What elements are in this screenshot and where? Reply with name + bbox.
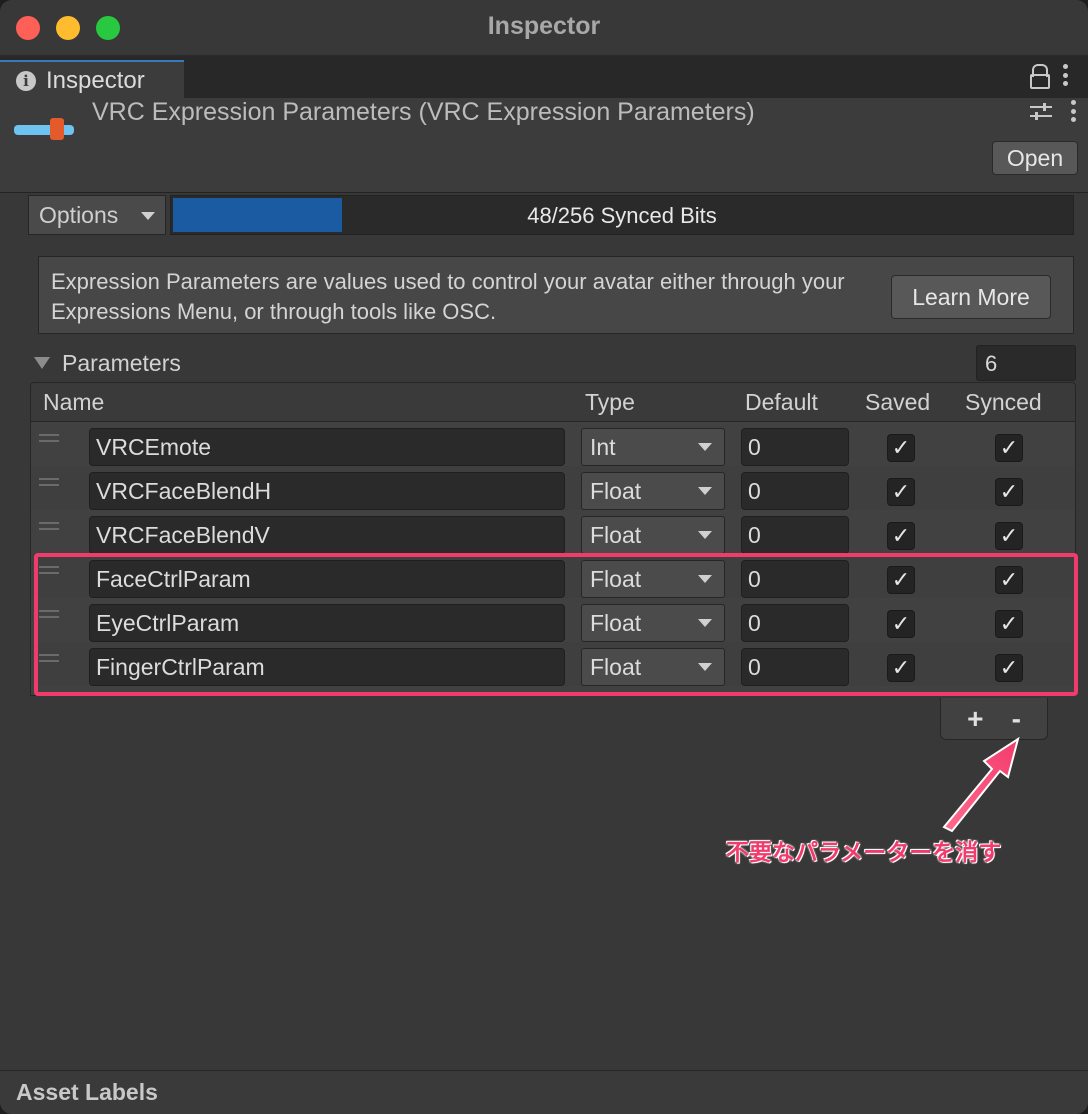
parameters-foldout[interactable]: Parameters — [34, 348, 181, 378]
tab-menu-icon[interactable] — [1062, 64, 1068, 86]
parameter-type-value: Float — [590, 522, 642, 548]
learn-more-button[interactable]: Learn More — [891, 275, 1051, 319]
parameter-default-field[interactable]: 0 — [741, 472, 849, 510]
add-parameter-button[interactable]: + — [967, 703, 983, 735]
drag-handle-icon[interactable] — [39, 478, 59, 486]
parameter-type-dropdown[interactable]: Float — [581, 472, 725, 510]
synced-checkbox[interactable]: ✓ — [995, 434, 1023, 462]
help-box: Expression Parameters are values used to… — [38, 256, 1074, 334]
column-saved: Saved — [865, 389, 931, 415]
column-synced: Synced — [965, 389, 1042, 415]
drag-handle-icon[interactable] — [39, 522, 59, 530]
asset-title: VRC Expression Parameters (VRC Expressio… — [92, 98, 755, 126]
parameter-type-dropdown[interactable]: Float — [581, 516, 725, 554]
tab-inspector[interactable]: i Inspector — [0, 60, 184, 100]
synced-checkbox[interactable]: ✓ — [995, 522, 1023, 550]
parameter-name-field[interactable]: VRCFaceBlendH — [89, 472, 565, 510]
header-tools — [1030, 100, 1076, 122]
annotation-arrow-icon — [942, 736, 1020, 833]
table-row: VRCFaceBlendV Float 0 ✓ ✓ — [31, 510, 1075, 554]
foldout-arrow-icon — [34, 357, 50, 369]
title-bar: Inspector — [0, 0, 1088, 56]
parameter-count-field[interactable]: 6 — [976, 345, 1076, 381]
asset-header: VRC Expression Parameters (VRC Expressio… — [0, 98, 1088, 193]
options-row: Options 48/256 Synced Bits — [28, 195, 1076, 235]
preset-sliders-icon[interactable] — [1030, 100, 1052, 122]
info-icon: i — [16, 71, 36, 91]
tab-label: Inspector — [46, 67, 145, 94]
chevron-down-icon — [698, 487, 712, 495]
drag-handle-icon[interactable] — [39, 434, 59, 442]
remove-parameter-button[interactable]: - — [1012, 703, 1021, 735]
asset-labels-label: Asset Labels — [16, 1079, 158, 1105]
list-add-remove-controls: + - — [940, 698, 1048, 740]
expression-parameters-icon — [14, 118, 74, 140]
synced-checkbox[interactable]: ✓ — [995, 478, 1023, 506]
saved-checkbox[interactable]: ✓ — [887, 522, 915, 550]
tab-bar: i Inspector — [0, 56, 1088, 100]
tab-tools — [1030, 64, 1068, 89]
table-row: VRCFaceBlendH Float 0 ✓ ✓ — [31, 466, 1075, 510]
highlight-frame — [34, 553, 1078, 696]
asset-labels-bar[interactable]: Asset Labels — [0, 1070, 1088, 1114]
parameter-type-dropdown[interactable]: Int — [581, 428, 725, 466]
synced-bits-text: 48/256 Synced Bits — [527, 203, 717, 228]
parameter-default-field[interactable]: 0 — [741, 516, 849, 554]
table-row: VRCEmote Int 0 ✓ ✓ — [31, 422, 1075, 466]
annotation-text: 不要なパラメーターを消す — [726, 839, 1002, 865]
parameter-name-field[interactable]: VRCFaceBlendV — [89, 516, 565, 554]
saved-checkbox[interactable]: ✓ — [887, 434, 915, 462]
header-menu-icon[interactable] — [1070, 100, 1076, 122]
parameter-type-value: Float — [590, 478, 642, 504]
column-name: Name — [43, 389, 105, 415]
lock-icon[interactable] — [1030, 64, 1050, 89]
table-header: Name Type Default Saved Synced — [30, 382, 1076, 422]
window-title: Inspector — [487, 12, 601, 40]
parameter-name-field[interactable]: VRCEmote — [89, 428, 565, 466]
options-dropdown[interactable]: Options — [28, 195, 166, 235]
options-label: Options — [39, 201, 119, 228]
saved-checkbox[interactable]: ✓ — [887, 478, 915, 506]
column-type: Type — [585, 389, 635, 415]
chevron-down-icon — [698, 531, 712, 539]
parameter-default-field[interactable]: 0 — [741, 428, 849, 466]
chevron-down-icon — [141, 212, 155, 220]
synced-bits-bar: 48/256 Synced Bits — [170, 195, 1074, 235]
parameter-type-value: Int — [590, 434, 616, 460]
column-default: Default — [745, 389, 818, 415]
inspector-window: Inspector i Inspector VRC Expression Par… — [0, 0, 1088, 1114]
help-text: Expression Parameters are values used to… — [51, 269, 845, 324]
open-button[interactable]: Open — [992, 141, 1078, 175]
chevron-down-icon — [698, 443, 712, 451]
parameters-label: Parameters — [62, 349, 181, 376]
